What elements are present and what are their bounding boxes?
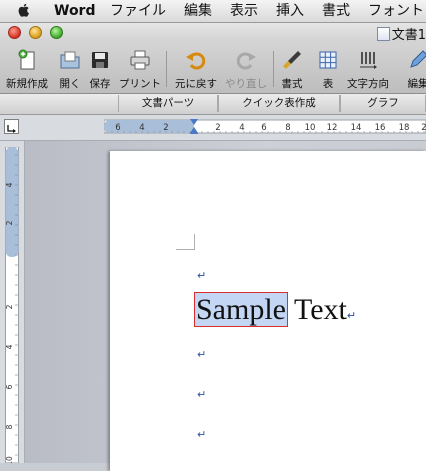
ruler-row: 6 4 2 2 4 6 8 10 12 14 16 18 2 (0, 115, 426, 141)
new-label: 新規作成 (6, 78, 48, 90)
menu-insert[interactable]: 挿入 (276, 2, 304, 20)
tab-quick-tables[interactable]: クイック表作成 (218, 95, 340, 112)
ruler-tick-label: 8 (5, 424, 14, 429)
redo-arrow-icon (236, 52, 256, 70)
standard-toolbar: 新規作成 開く 保存 プリント 元に戻す やり直し 書式 表 文字方向 編集 (0, 43, 426, 94)
open-label: 開く (59, 78, 81, 90)
tab-stop-icon (7, 125, 16, 133)
undo-label: 元に戻す (175, 78, 217, 90)
menu-format[interactable]: 書式 (322, 2, 350, 20)
menu-font[interactable]: フォント (368, 2, 424, 20)
redo-label: やり直し (225, 78, 267, 90)
undo-arrow-icon (186, 52, 206, 70)
text-direction-icon (360, 52, 377, 69)
edit-button[interactable]: 編集 (398, 46, 426, 90)
print-label: プリント (119, 78, 161, 90)
open-folder-icon (60, 51, 80, 69)
open-button[interactable]: 開く (56, 46, 84, 90)
window-title-text: 文書1 (391, 28, 426, 43)
paragraph-mark: ↵ (197, 428, 207, 441)
toolbar-separator (273, 51, 274, 87)
vertical-ruler[interactable]: 4 2 2 4 6 8 10 (5, 147, 19, 463)
tab-document-parts[interactable]: 文書パーツ (118, 95, 218, 112)
save-disk-icon (92, 52, 108, 68)
paintbrush-icon (283, 51, 301, 69)
table-grid-icon (319, 51, 337, 69)
table-button[interactable]: 表 (314, 46, 342, 90)
paragraph-mark: ↵ (197, 269, 207, 282)
edit-label: 編集 (407, 78, 426, 90)
menu-bar: Word ファイル 編集 表示 挿入 書式 フォント (0, 0, 426, 23)
ruler-tick-label: 2 (5, 304, 14, 309)
margin-corner-mark (176, 234, 195, 250)
vertical-ruler-area: 4 2 2 4 6 8 10 (0, 141, 25, 463)
print-button[interactable]: プリント (118, 46, 162, 90)
new-button[interactable]: 新規作成 (4, 46, 50, 90)
elements-gallery: 文書パーツ クイック表作成 グラフ (0, 94, 426, 115)
table-label: 表 (322, 78, 334, 90)
ruler-tick-label: 4 (5, 344, 14, 349)
text-rest: Text (287, 293, 347, 326)
apple-icon[interactable] (16, 2, 32, 18)
paragraph-mark: ↵ (197, 388, 207, 401)
ruler-tick-label: 2 (5, 220, 14, 225)
horizontal-ruler[interactable]: 6 4 2 2 4 6 8 10 12 14 16 18 2 (104, 119, 426, 134)
zoom-button[interactable] (50, 26, 63, 39)
undo-button[interactable]: 元に戻す (172, 46, 220, 90)
format-label: 書式 (281, 78, 303, 90)
format-painter-button[interactable]: 書式 (278, 46, 306, 90)
new-document-icon (18, 49, 35, 70)
text-line[interactable]: Sample Text↵ (194, 291, 357, 335)
save-label: 保存 (89, 78, 111, 90)
edit-pencil-icon (410, 50, 426, 68)
text-direction-label: 文字方向 (347, 78, 389, 90)
document-icon (376, 27, 390, 41)
menu-edit[interactable]: 編集 (184, 2, 212, 20)
toolbar-separator (166, 51, 167, 87)
document-canvas: ↵ Sample Text↵ ↵ ↵ ↵ (25, 141, 426, 471)
paragraph-mark: ↵ (197, 348, 207, 361)
window-titlebar: 文書1 (0, 23, 426, 43)
redo-button[interactable]: やり直し (222, 46, 270, 90)
paragraph-mark: ↵ (346, 309, 357, 322)
document-page[interactable]: ↵ Sample Text↵ ↵ ↵ ↵ (110, 151, 426, 471)
ruler-tick-label: 2 (421, 123, 426, 133)
save-button[interactable]: 保存 (86, 46, 114, 90)
ruler-tick-label: 10 (5, 456, 14, 463)
menu-view[interactable]: 表示 (230, 2, 258, 20)
tab-selector-button[interactable] (4, 119, 19, 134)
text-direction-button[interactable]: 文字方向 (344, 46, 392, 90)
minimize-button[interactable] (29, 26, 42, 39)
window-title: 文書1 (376, 24, 426, 43)
tab-charts[interactable]: グラフ (340, 95, 426, 112)
printer-icon (130, 50, 150, 70)
menu-word[interactable]: Word (54, 2, 96, 20)
close-button[interactable] (8, 26, 21, 39)
menu-file[interactable]: ファイル (110, 2, 166, 20)
selected-word[interactable]: Sample (194, 292, 288, 327)
ruler-tick-label: 6 (5, 384, 14, 389)
ruler-tick-label: 4 (5, 182, 14, 187)
